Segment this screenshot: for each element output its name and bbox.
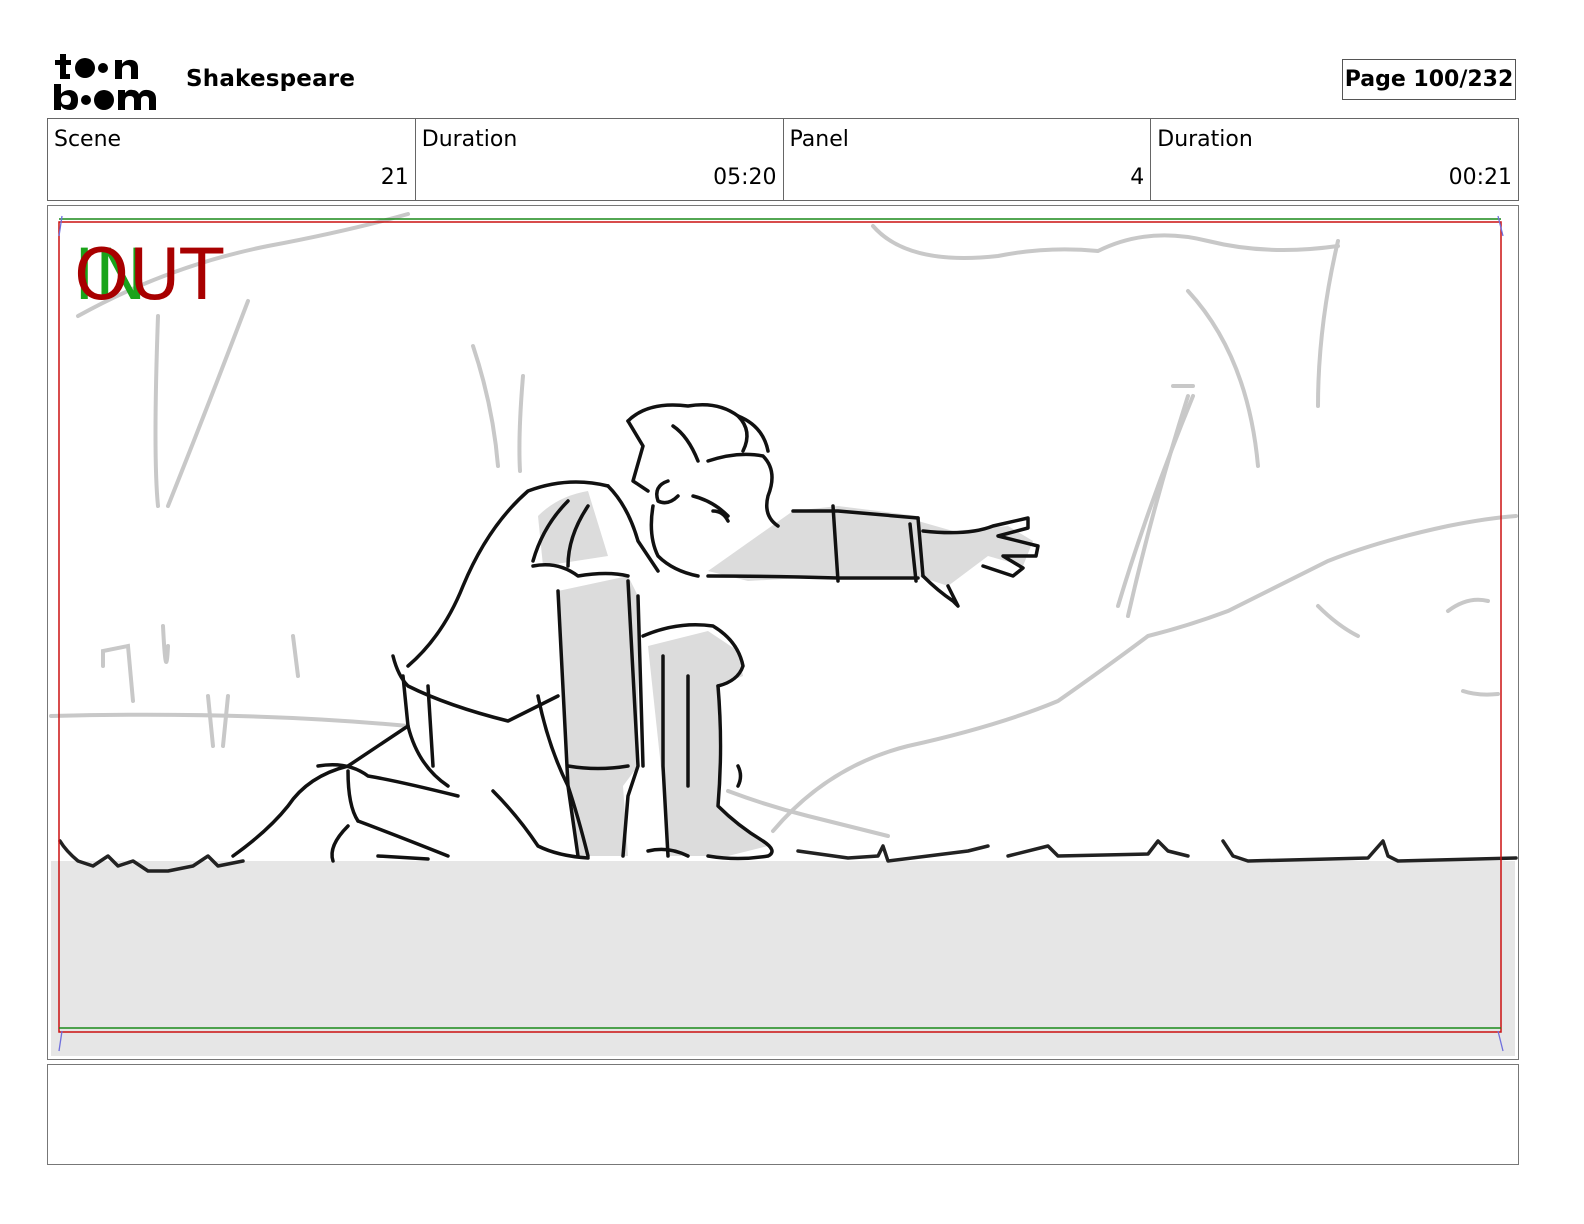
storyboard-panel: IN OUT	[47, 205, 1519, 1060]
notes-box	[47, 1064, 1519, 1165]
panel-cell: Panel 4	[784, 119, 1152, 200]
panel-duration-cell: Duration 00:21	[1151, 119, 1518, 200]
figure-shading	[538, 491, 1033, 856]
panel-sketch	[49, 212, 1518, 1056]
ground-area	[51, 861, 1515, 1056]
panel-duration-label: Duration	[1157, 127, 1253, 152]
panel-label: Panel	[789, 127, 849, 152]
scene-value: 21	[380, 165, 409, 190]
scene-duration-label: Duration	[421, 127, 518, 152]
scene-duration-cell: Duration 05:20	[416, 119, 784, 200]
panel-value: 4	[1130, 165, 1145, 190]
scene-label: Scene	[54, 127, 122, 152]
scene-info-table: Scene 21 Duration 05:20 Panel 4 Duration…	[47, 118, 1519, 201]
toon-boom-logo	[52, 52, 164, 112]
out-label: OUT	[74, 234, 224, 316]
project-title: Shakespeare	[186, 66, 356, 92]
page-number: Page 100/232	[1342, 59, 1516, 100]
panel-duration-value: 00:21	[1448, 165, 1512, 190]
scene-cell: Scene 21	[48, 119, 416, 200]
scene-duration-value: 05:20	[713, 165, 777, 190]
